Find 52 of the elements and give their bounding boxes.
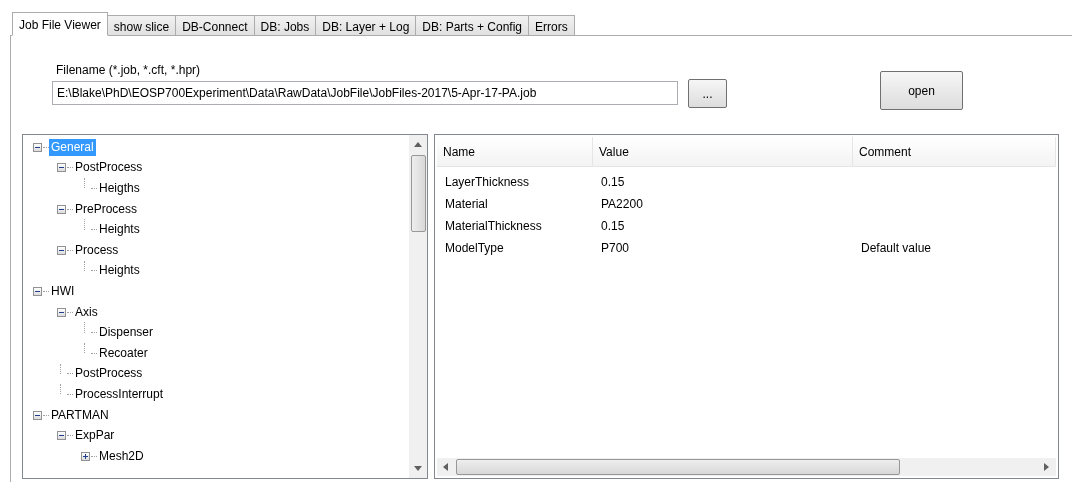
table-cell: PA2200: [601, 197, 643, 211]
tree-item[interactable]: Axis: [73, 303, 100, 321]
tab[interactable]: Job File Viewer: [12, 12, 108, 36]
table-cell: Default value: [861, 241, 932, 255]
table-cell: 0.15: [601, 219, 625, 233]
vertical-scrollbar[interactable]: [409, 135, 427, 478]
column-header[interactable]: Value: [593, 137, 853, 166]
tree-item[interactable]: Heights: [97, 262, 142, 280]
table-cell: P700: [601, 241, 630, 255]
collapse-icon[interactable]: [56, 431, 66, 441]
scrollbar-thumb[interactable]: [456, 459, 900, 475]
collapse-icon[interactable]: [56, 163, 66, 173]
tree-item[interactable]: Mesh2D: [97, 447, 146, 465]
table-cell: LayerThickness: [445, 175, 530, 189]
tree-item[interactable]: Recoater: [97, 344, 150, 362]
browse-button[interactable]: ...: [688, 79, 727, 108]
tree-item[interactable]: ExpPar: [73, 427, 117, 445]
tab[interactable]: DB-Connect: [175, 15, 255, 36]
tree-item[interactable]: Heights: [97, 221, 142, 239]
horizontal-scrollbar[interactable]: [437, 458, 1056, 476]
scroll-left-icon[interactable]: [443, 463, 448, 471]
column-header[interactable]: Comment: [853, 137, 1056, 166]
open-button[interactable]: open: [880, 71, 963, 110]
expand-icon[interactable]: [80, 451, 90, 461]
collapse-icon[interactable]: [56, 204, 66, 214]
column-header[interactable]: Name: [437, 137, 593, 166]
tab[interactable]: DB: Parts + Config: [415, 15, 530, 36]
tab[interactable]: Errors: [528, 15, 575, 36]
table-cell: MaterialThickness: [445, 219, 542, 233]
scrollbar-thumb[interactable]: [410, 155, 426, 232]
tree-item[interactable]: Dispenser: [97, 324, 156, 342]
scroll-down-icon[interactable]: [414, 466, 422, 471]
tree-item[interactable]: ProcessInterrupt: [73, 385, 166, 403]
tree-item[interactable]: PostProcess: [73, 365, 145, 383]
tree-item[interactable]: Process: [73, 241, 121, 259]
tree-item[interactable]: Heigths: [97, 180, 142, 197]
collapse-icon[interactable]: [32, 142, 42, 152]
collapse-icon[interactable]: [56, 245, 66, 255]
tree-item[interactable]: HWI: [49, 282, 77, 300]
scroll-up-icon[interactable]: [414, 142, 422, 147]
filename-field[interactable]: E:\Blake\PhD\EOSP700Experiment\Data\RawData\JobFile\JobFiles-2017\5-Apr-17-PA.job: [52, 81, 678, 105]
tree-item[interactable]: PreProcess: [73, 200, 140, 218]
collapse-icon[interactable]: [32, 286, 42, 296]
collapse-icon[interactable]: [56, 307, 66, 317]
table-cell: ModelType: [445, 241, 504, 255]
table-cell: Material: [445, 197, 488, 211]
tree-item[interactable]: PARTMAN: [49, 406, 111, 424]
scroll-right-icon[interactable]: [1044, 463, 1049, 471]
tree-item[interactable]: PostProcess: [73, 159, 145, 177]
table-cell: 0.15: [601, 175, 625, 189]
collapse-icon[interactable]: [32, 410, 42, 420]
filename-label: Filename (*.job, *.cft, *.hpr): [56, 62, 202, 78]
